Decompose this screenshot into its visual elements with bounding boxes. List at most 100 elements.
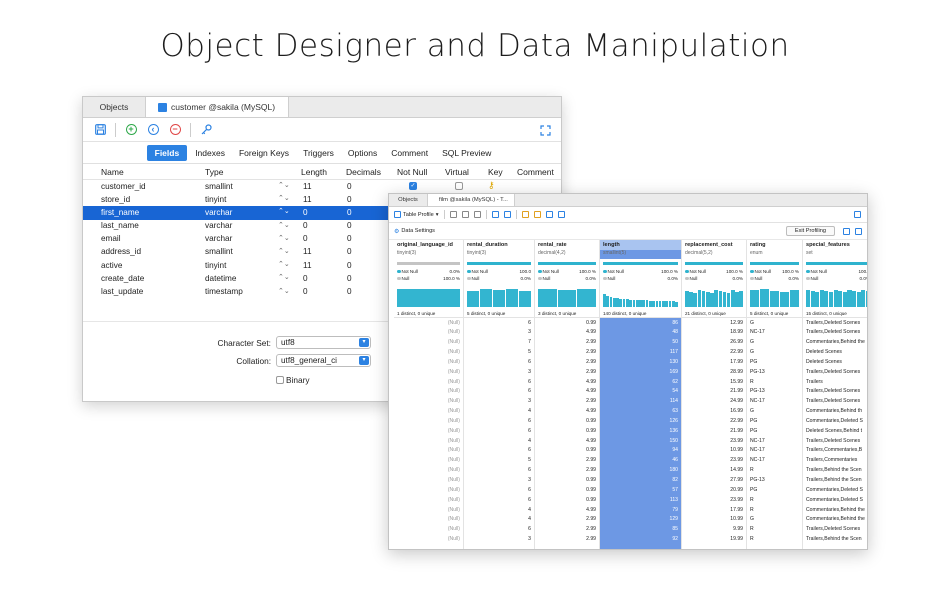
column-header[interactable]: rental_rate [535,240,599,250]
type-stepper-icon[interactable]: ⌃⌄ [278,181,290,189]
table-cell[interactable]: 7 [464,338,534,348]
table-cell[interactable]: PG-13 [747,387,802,397]
table-cell[interactable]: 4 [464,505,534,515]
table-cell[interactable]: PG [747,416,802,426]
subtab-indexes[interactable]: Indexes [189,145,231,161]
table-cell[interactable]: 4.99 [535,328,599,338]
table-cell[interactable]: Trailers,Commentaries [803,456,867,466]
table-cell[interactable]: 0.99 [535,495,599,505]
tab-objects[interactable]: Objects [83,97,145,117]
table-cell[interactable]: 130 [600,357,681,367]
table-cell[interactable]: 3 [464,476,534,486]
table-cell[interactable]: 2.99 [535,525,599,535]
table-cell[interactable]: (Null) [394,377,463,387]
table-cell[interactable]: 6 [464,446,534,456]
table-cell[interactable]: 27.99 [682,476,746,486]
table-cell[interactable]: R [747,505,802,515]
table-cell[interactable]: 2.99 [535,348,599,358]
primary-key-icon[interactable] [199,123,213,137]
table-cell[interactable]: 4 [464,407,534,417]
table-cell[interactable]: (Null) [394,476,463,486]
table-cell[interactable]: 21.99 [682,387,746,397]
table-cell[interactable]: Trailers,Deleted Scenes [803,328,867,338]
table-cell[interactable]: 136 [600,426,681,436]
table-cell[interactable]: 16.99 [682,407,746,417]
column-header[interactable]: rental_duration [464,240,534,250]
table-cell[interactable]: Trailers,Commentaries,B [803,446,867,456]
table-cell[interactable]: 22.99 [682,416,746,426]
table-cell[interactable]: Trailers,Behind the Scen [803,476,867,486]
table-cell[interactable]: Commentaries,Behind the [803,338,867,348]
table-cell[interactable]: (Null) [394,515,463,525]
table-cell[interactable]: (Null) [394,397,463,407]
filter-icon[interactable] [521,211,529,218]
table-cell[interactable]: (Null) [394,505,463,515]
table-cell[interactable]: 10.99 [682,446,746,456]
table-cell[interactable]: Trailers,Deleted Scenes [803,397,867,407]
table-cell[interactable]: 2.99 [535,456,599,466]
table-cell[interactable]: 17.99 [682,357,746,367]
table-cell[interactable]: 54 [600,387,681,397]
table-cell[interactable]: R [747,525,802,535]
binary-checkbox[interactable] [276,376,284,384]
table-cell[interactable]: 180 [600,466,681,476]
table-cell[interactable]: 20.99 [682,485,746,495]
table-cell[interactable]: 129 [600,515,681,525]
table-cell[interactable]: 4.99 [535,377,599,387]
table-cell[interactable]: Trailers [803,377,867,387]
table-cell[interactable]: 22.99 [682,348,746,358]
subtab-options[interactable]: Options [342,145,383,161]
table-cell[interactable]: 92 [600,535,681,545]
table-cell[interactable]: 2.99 [535,515,599,525]
table-cell[interactable]: NC-17 [747,456,802,466]
table-cell[interactable]: Trailers,Behind the Scen [803,466,867,476]
tab-objects[interactable]: Objects [389,194,427,206]
sort-icon[interactable] [533,211,541,218]
table-cell[interactable]: 3 [464,535,534,545]
table-cell[interactable]: Commentaries,Behind the [803,515,867,525]
table-cell[interactable]: 5 [464,348,534,358]
table-cell[interactable]: 4 [464,436,534,446]
table-cell[interactable]: Deleted Scenes,Behind t [803,426,867,436]
table-cell[interactable]: Deleted Scenes [803,348,867,358]
table-cell[interactable]: 82 [600,476,681,486]
type-stepper-icon[interactable]: ⌃⌄ [278,247,290,255]
table-cell[interactable]: G [747,407,802,417]
subtab-sql-preview[interactable]: SQL Preview [436,145,497,161]
table-cell[interactable]: 86 [600,318,681,328]
table-cell[interactable]: G [747,318,802,328]
not-null-checkbox[interactable]: ✓ [409,182,417,190]
delete-field-icon[interactable]: − [168,123,182,137]
table-cell[interactable]: 57 [600,485,681,495]
save-icon[interactable] [93,123,107,137]
add-field-icon[interactable]: + [124,123,138,137]
table-cell[interactable]: 48 [600,328,681,338]
table-cell[interactable]: PG [747,485,802,495]
table-cell[interactable]: 0.99 [535,416,599,426]
table-cell[interactable]: 6 [464,466,534,476]
table-cell[interactable]: 114 [600,397,681,407]
table-cell[interactable]: (Null) [394,525,463,535]
table-cell[interactable]: 2.99 [535,466,599,476]
table-cell[interactable]: Trailers,Behind the Scen [803,535,867,545]
panel-view-icon[interactable] [855,228,862,235]
table-cell[interactable]: (Null) [394,357,463,367]
table-cell[interactable]: (Null) [394,416,463,426]
type-stepper-icon[interactable]: ⌃⌄ [278,234,290,242]
table-cell[interactable]: Trailers,Deleted Scenes [803,387,867,397]
table-cell[interactable]: PG-13 [747,476,802,486]
profile-icon[interactable] [557,211,565,218]
table-cell[interactable]: (Null) [394,446,463,456]
table-cell[interactable]: (Null) [394,495,463,505]
table-cell[interactable]: Commentaries,Deleted S [803,495,867,505]
table-cell[interactable]: 6 [464,525,534,535]
table-cell[interactable]: 17.99 [682,505,746,515]
table-cell[interactable]: Trailers,Deleted Scenes [803,367,867,377]
table-cell[interactable]: (Null) [394,387,463,397]
exit-profiling-button[interactable]: Exit Profiling [785,226,835,236]
table-cell[interactable]: 46 [600,456,681,466]
column-header[interactable]: special_features [803,240,867,250]
subtab-triggers[interactable]: Triggers [297,145,340,161]
table-cell[interactable]: (Null) [394,348,463,358]
type-stepper-icon[interactable]: ⌃⌄ [278,194,290,202]
